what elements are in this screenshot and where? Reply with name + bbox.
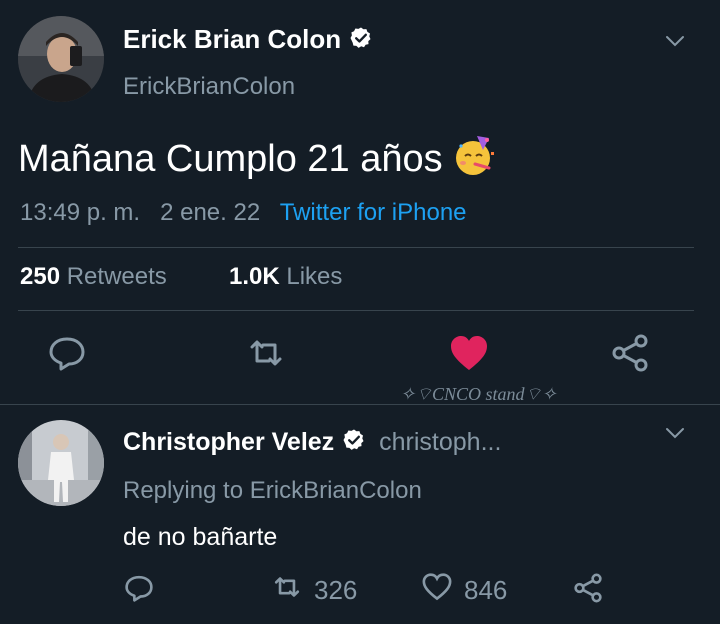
reply-like-count: 846 [464,575,508,605]
likes-count: 1.0K [229,263,280,290]
author-name[interactable]: Erick Brian Colon [123,24,341,54]
reply-author-avatar[interactable] [18,420,104,506]
chevron-down-icon[interactable] [664,426,686,440]
reply-author-handle[interactable]: christoph... [379,428,501,456]
divider [0,404,720,405]
author-avatar[interactable] [18,16,104,102]
reply-retweet-button[interactable]: 326 [270,570,357,611]
retweets-stat[interactable]: 250 Retweets [20,263,167,291]
divider [18,310,694,311]
tweet-source-link[interactable]: Twitter for iPhone [280,199,467,226]
likes-stat[interactable]: 1.0K Likes [229,263,342,291]
reply-author-row[interactable]: Christopher Velez christoph... [123,428,653,459]
replying-to[interactable]: Replying to ErickBrianColon [123,477,422,505]
tweet-text: Mañana Cumplo 21 años [18,138,443,181]
reply-text: de no bañarte [123,523,278,551]
heart-outline-icon [420,570,454,611]
tweet-meta: 13:49 p. m. 2 ene. 22 Twitter for iPhone [20,199,467,227]
reply-icon[interactable] [122,571,156,605]
avatar-image [18,420,104,506]
likes-label: Likes [286,263,343,290]
author-name-row[interactable]: Erick Brian Colon [123,24,373,57]
share-icon[interactable] [608,331,652,375]
reply-like-button[interactable]: 846 [420,570,507,611]
watermark: ✧⌔CNCO stand⌔✧ [400,384,557,404]
chevron-down-icon[interactable] [664,34,686,48]
retweet-icon [270,570,304,611]
reply-retweet-count: 326 [314,575,358,605]
verified-badge-icon [342,428,366,459]
divider [18,247,694,248]
share-icon[interactable] [571,571,605,605]
heart-icon[interactable] [447,331,491,375]
retweets-count: 250 [20,263,61,290]
retweet-icon[interactable] [244,331,288,375]
party-face-emoji [453,134,497,188]
tweet-text-row: Mañana Cumplo 21 años [18,134,497,188]
retweets-label: Retweets [66,263,167,290]
tweet-time: 13:49 p. m. [20,199,141,226]
author-handle[interactable]: ErickBrianColon [123,73,295,101]
tweet-date: 2 ene. 22 [160,199,261,226]
reply-author-name[interactable]: Christopher Velez [123,428,334,456]
avatar-image [18,16,104,102]
verified-badge-icon [349,26,373,57]
reply-icon[interactable] [45,331,89,375]
